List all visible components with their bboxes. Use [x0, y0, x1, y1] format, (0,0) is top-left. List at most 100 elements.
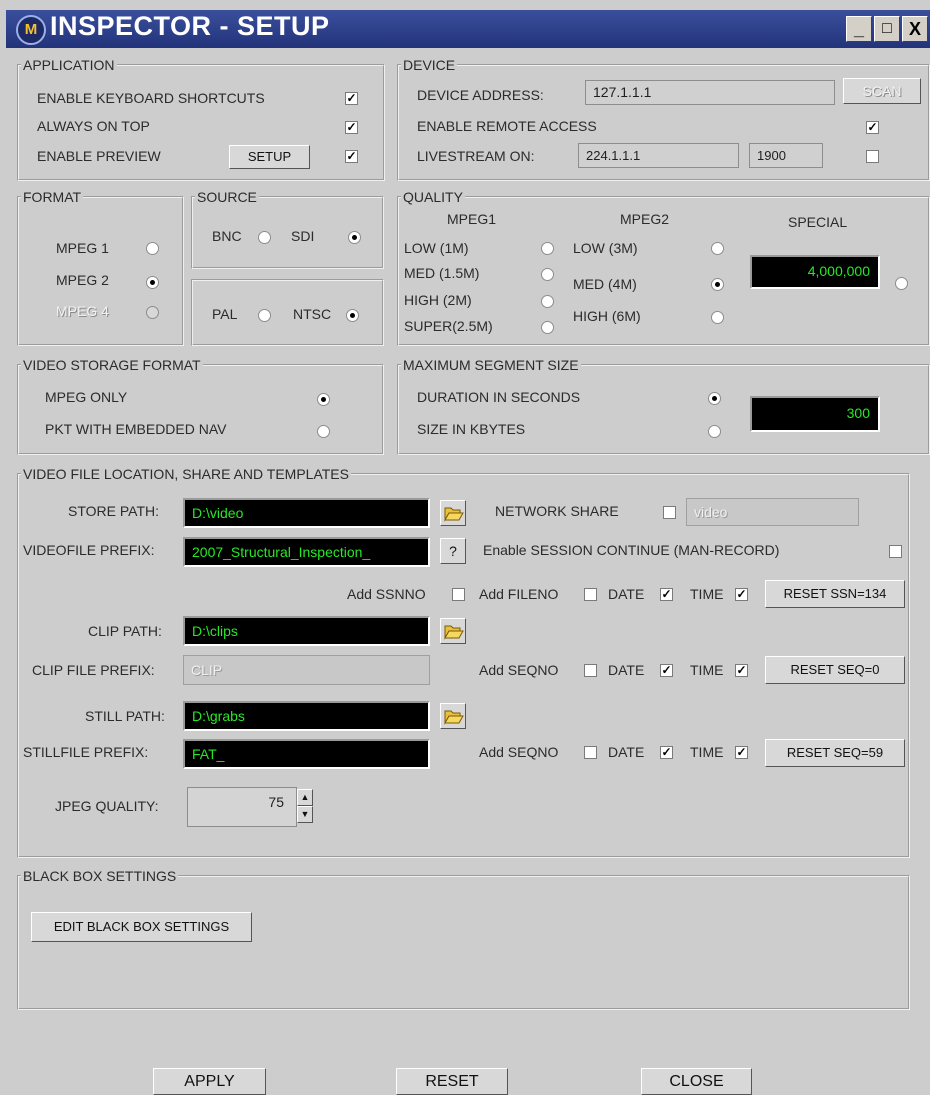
enable-keyboard-shortcuts-label: ENABLE KEYBOARD SHORTCUTS — [37, 90, 265, 106]
format-mpeg2-radio[interactable] — [146, 276, 159, 289]
clip-prefix-field[interactable]: CLIP — [183, 655, 430, 685]
format-mpeg1-label: MPEG 1 — [56, 240, 109, 256]
remote-access-label: ENABLE REMOTE ACCESS — [417, 118, 597, 134]
max-segment-legend: MAXIMUM SEGMENT SIZE — [403, 357, 579, 373]
segment-size-field[interactable]: 300 — [750, 396, 880, 432]
still-reset-seq-button[interactable]: RESET SEQ=59 — [765, 739, 905, 767]
q-mpeg1-super-label: SUPER(2.5M) — [404, 318, 493, 334]
title-bar[interactable]: M INSPECTOR - SETUP _ □ X — [6, 10, 930, 48]
add-ssnno-checkbox[interactable] — [452, 588, 465, 601]
close-button[interactable]: CLOSE — [641, 1068, 752, 1095]
maximize-button[interactable]: □ — [874, 16, 900, 42]
video-time-label: TIME — [690, 586, 724, 602]
apply-button[interactable]: APPLY — [153, 1068, 266, 1095]
pkt-nav-radio[interactable] — [317, 425, 330, 438]
q-mpeg2-low-label: LOW (3M) — [573, 240, 638, 256]
duration-seconds-radio[interactable] — [708, 392, 721, 405]
standard-pal-label: PAL — [212, 306, 238, 322]
clip-date-checkbox[interactable]: ✓ — [660, 664, 673, 677]
device-address-field[interactable]: 127.1.1.1 — [585, 80, 835, 105]
standard-ntsc-radio[interactable] — [346, 309, 359, 322]
clip-seqno-checkbox[interactable] — [584, 664, 597, 677]
jpeg-quality-field[interactable]: 75 — [187, 787, 297, 827]
video-date-checkbox[interactable]: ✓ — [660, 588, 673, 601]
format-mpeg4-radio[interactable] — [146, 306, 159, 319]
source-bnc-radio[interactable] — [258, 231, 271, 244]
clip-seqno-label: Add SEQNO — [479, 662, 559, 678]
jpeg-quality-up-button[interactable]: ▲ — [297, 789, 313, 806]
q-mpeg2-low-radio[interactable] — [711, 242, 724, 255]
q-mpeg1-high-radio[interactable] — [541, 295, 554, 308]
reset-button[interactable]: RESET — [396, 1068, 508, 1095]
jpeg-quality-label: JPEG QUALITY: — [55, 798, 159, 814]
video-time-checkbox[interactable]: ✓ — [735, 588, 748, 601]
q-mpeg1-super-radio[interactable] — [541, 321, 554, 334]
still-prefix-field[interactable]: FAT_ — [183, 739, 430, 769]
format-legend: FORMAT — [23, 189, 82, 205]
still-time-checkbox[interactable]: ✓ — [735, 746, 748, 759]
setup-window: M INSPECTOR - SETUP _ □ X APPLICATION EN… — [0, 0, 930, 1095]
size-kbytes-radio[interactable] — [708, 425, 721, 438]
q-mpeg2-high-label: HIGH (6M) — [573, 308, 641, 324]
source-legend: SOURCE — [197, 189, 257, 205]
clip-time-checkbox[interactable]: ✓ — [735, 664, 748, 677]
clip-path-browse-button[interactable] — [440, 618, 466, 644]
always-on-top-checkbox[interactable]: ✓ — [345, 121, 358, 134]
format-mpeg1-radio[interactable] — [146, 242, 159, 255]
duration-seconds-label: DURATION IN SECONDS — [417, 389, 581, 405]
still-date-checkbox[interactable]: ✓ — [660, 746, 673, 759]
video-storage-legend: VIDEO STORAGE FORMAT — [23, 357, 201, 373]
videofile-prefix-field[interactable]: 2007_Structural_Inspection_ — [183, 537, 430, 567]
edit-black-box-button[interactable]: EDIT BLACK BOX SETTINGS — [31, 912, 252, 942]
still-path-browse-button[interactable] — [440, 703, 466, 729]
livestream-ip-field[interactable]: 224.1.1.1 — [578, 143, 739, 168]
session-continue-label: Enable SESSION CONTINUE (MAN-RECORD) — [483, 542, 780, 558]
standard-pal-radio[interactable] — [258, 309, 271, 322]
pkt-nav-label: PKT WITH EMBEDDED NAV — [45, 421, 227, 437]
network-share-label: NETWORK SHARE — [495, 503, 619, 519]
network-share-checkbox[interactable] — [663, 506, 676, 519]
mpeg-only-label: MPEG ONLY — [45, 389, 128, 405]
q-mpeg1-low-label: LOW (1M) — [404, 240, 469, 256]
source-bnc-label: BNC — [212, 228, 242, 244]
clip-path-field[interactable]: D:\clips — [183, 616, 430, 646]
q-mpeg2-high-radio[interactable] — [711, 311, 724, 324]
session-continue-checkbox[interactable] — [889, 545, 902, 558]
q-mpeg1-med-radio[interactable] — [541, 268, 554, 281]
videofile-prefix-label: VIDEOFILE PREFIX: — [23, 542, 155, 558]
enable-keyboard-shortcuts-checkbox[interactable]: ✓ — [345, 92, 358, 105]
special-bitrate-field[interactable]: 4,000,000 — [750, 255, 880, 289]
livestream-checkbox[interactable] — [866, 150, 879, 163]
source-sdi-label: SDI — [291, 228, 315, 244]
store-path-field[interactable]: D:\video — [183, 498, 430, 528]
preview-setup-button[interactable]: SETUP — [229, 145, 310, 169]
minimize-button[interactable]: _ — [846, 16, 872, 42]
q-mpeg2-med-radio[interactable] — [711, 278, 724, 291]
standard-ntsc-label: NTSC — [293, 306, 332, 322]
q-mpeg1-med-label: MED (1.5M) — [404, 265, 480, 281]
still-date-label: DATE — [608, 744, 645, 760]
jpeg-quality-down-button[interactable]: ▼ — [297, 806, 313, 823]
video-date-label: DATE — [608, 586, 645, 602]
add-fileno-checkbox[interactable] — [584, 588, 597, 601]
network-share-field[interactable]: video — [686, 498, 859, 526]
enable-preview-checkbox[interactable]: ✓ — [345, 150, 358, 163]
store-path-browse-button[interactable] — [440, 500, 466, 526]
format-mpeg4-label: MPEG 4 — [56, 303, 109, 319]
q-mpeg1-low-radio[interactable] — [541, 242, 554, 255]
close-window-button[interactable]: X — [902, 16, 928, 42]
folder-open-icon — [444, 625, 464, 640]
still-seqno-checkbox[interactable] — [584, 746, 597, 759]
remote-access-checkbox[interactable]: ✓ — [866, 121, 879, 134]
clip-reset-seq-button[interactable]: RESET SEQ=0 — [765, 656, 905, 684]
q-special-radio[interactable] — [895, 277, 908, 290]
quality-legend: QUALITY — [403, 189, 463, 205]
source-sdi-radio[interactable] — [348, 231, 361, 244]
scan-button[interactable]: SCAN — [843, 78, 921, 104]
prefix-help-button[interactable]: ? — [440, 538, 466, 564]
livestream-port-field[interactable]: 1900 — [749, 143, 823, 168]
reset-ssn-button[interactable]: RESET SSN=134 — [765, 580, 905, 608]
add-ssnno-label: Add SSNNO — [347, 586, 426, 602]
mpeg-only-radio[interactable] — [317, 393, 330, 406]
still-path-field[interactable]: D:\grabs — [183, 701, 430, 731]
